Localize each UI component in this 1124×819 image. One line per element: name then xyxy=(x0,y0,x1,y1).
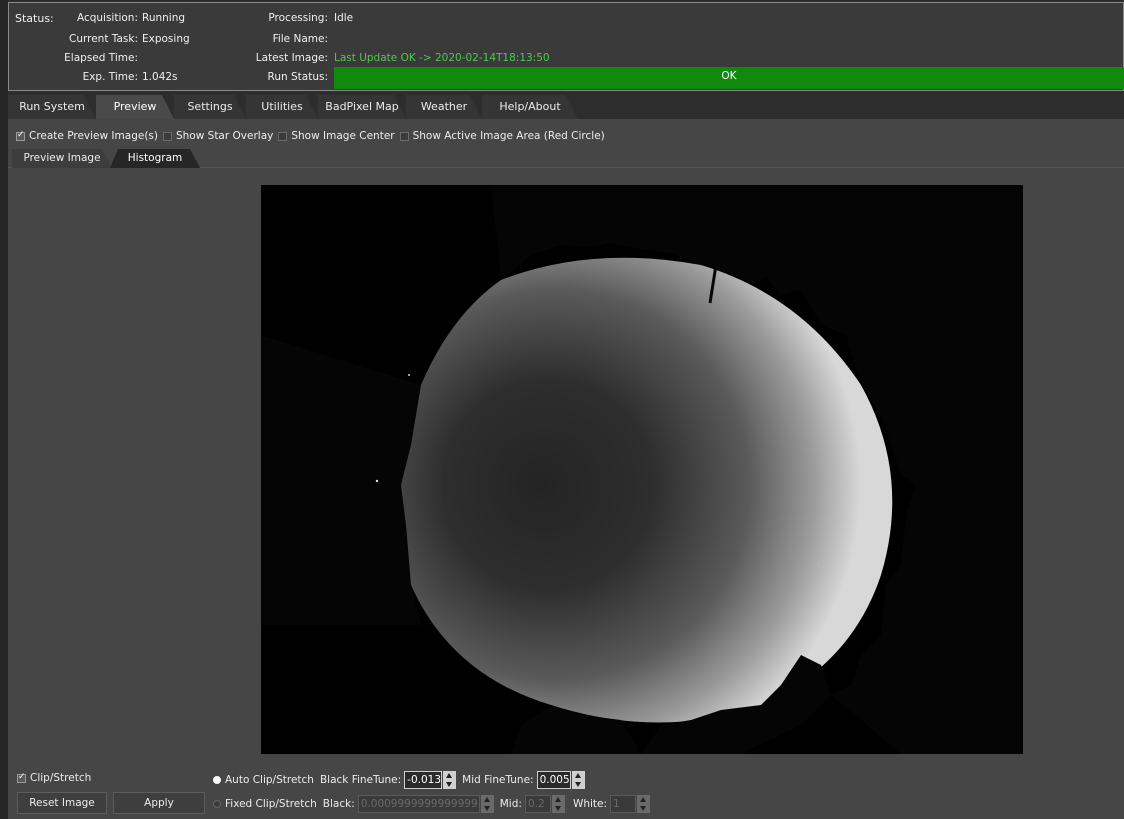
star xyxy=(375,479,379,483)
auto-clip-radio[interactable] xyxy=(213,776,221,784)
create-preview-checkbox[interactable] xyxy=(16,130,25,141)
status-title: Status: xyxy=(15,12,54,25)
mid-finetune-input[interactable]: 0.005 xyxy=(536,771,571,789)
tab-run-system-label: Run System xyxy=(19,100,85,113)
tab-utilities[interactable]: Utilities xyxy=(246,95,318,119)
white-spinner[interactable] xyxy=(637,795,651,813)
fixed-clip-radio[interactable] xyxy=(213,800,221,808)
reset-image-label: Reset Image xyxy=(29,797,95,809)
tab-badpixel-map[interactable]: BadPixel Map xyxy=(318,95,406,119)
subtab-preview-image[interactable]: Preview Image xyxy=(12,149,112,168)
image-center-checkbox[interactable] xyxy=(278,131,288,141)
tab-preview-label: Preview xyxy=(113,100,157,113)
tab-help-about-label: Help/About xyxy=(499,100,561,113)
create-preview-label: Create Preview Image(s) xyxy=(29,130,158,142)
latest-image-label: Latest Image: xyxy=(255,52,328,64)
black-finetune-input[interactable]: -0.013 xyxy=(404,771,443,789)
apply-button[interactable]: Apply xyxy=(113,792,205,814)
fixed-clip-row: Fixed Clip/Stretch Black: 0.000999999999… xyxy=(213,795,651,813)
reset-image-button[interactable]: Reset Image xyxy=(17,792,107,814)
black-input[interactable]: 0.0009999999999999 xyxy=(357,795,480,813)
current-task-label: Current Task: xyxy=(69,33,138,45)
clip-stretch-option[interactable]: Clip/Stretch xyxy=(17,772,91,784)
subtab-histogram-label: Histogram xyxy=(127,152,183,164)
apply-label: Apply xyxy=(144,797,174,809)
processing-label: Processing: xyxy=(268,12,328,24)
mid-finetune-spinner[interactable] xyxy=(571,771,585,789)
active-area-checkbox[interactable] xyxy=(399,131,409,141)
main-tab-bar: Run System Preview Settings Utilities Ba… xyxy=(8,95,1124,119)
preview-panel: Create Preview Image(s) Show Star Overla… xyxy=(8,119,1124,819)
latest-image-value: Last Update OK -> 2020-02-14T18:13:50 xyxy=(334,52,550,64)
star xyxy=(408,374,410,376)
elapsed-time-label: Elapsed Time: xyxy=(64,52,138,64)
tab-weather-label: Weather xyxy=(420,100,468,113)
run-status-bar: OK xyxy=(334,67,1124,89)
black-spinner[interactable] xyxy=(480,795,494,813)
tab-run-system[interactable]: Run System xyxy=(8,95,96,119)
exp-time-label: Exp. Time: xyxy=(82,71,138,83)
fixed-clip-label: Fixed Clip/Stretch xyxy=(225,798,317,810)
tab-utilities-label: Utilities xyxy=(261,100,303,113)
mid-input[interactable]: 0.2 xyxy=(524,795,551,813)
image-center-label: Show Image Center xyxy=(291,130,395,142)
black-finetune-spinner[interactable] xyxy=(443,771,457,789)
star xyxy=(817,564,819,566)
tab-help-about[interactable]: Help/About xyxy=(482,95,578,119)
run-status-label: Run Status: xyxy=(267,71,328,83)
auto-clip-label: Auto Clip/Stretch xyxy=(225,774,314,786)
tab-weather[interactable]: Weather xyxy=(406,95,482,119)
exp-time-value: 1.042s xyxy=(142,71,178,83)
window-left-edge xyxy=(0,0,8,819)
white-input[interactable]: 1 xyxy=(610,795,637,813)
mid-label: Mid: xyxy=(499,798,522,810)
mid-spinner[interactable] xyxy=(551,795,565,813)
image-center-option[interactable]: Show Image Center xyxy=(278,130,395,142)
preview-options: Create Preview Image(s) Show Star Overla… xyxy=(16,128,610,144)
active-area-option[interactable]: Show Active Image Area (Red Circle) xyxy=(399,130,605,142)
tab-settings-label: Settings xyxy=(187,100,233,113)
star-overlay-option[interactable]: Show Star Overlay xyxy=(162,130,274,142)
active-area-label: Show Active Image Area (Red Circle) xyxy=(412,130,605,142)
current-task-value: Exposing xyxy=(142,33,190,45)
processing-value: Idle xyxy=(334,12,354,24)
black-finetune-label: Black FineTune: xyxy=(319,774,402,786)
acquisition-value: Running xyxy=(142,12,186,24)
preview-subtab-bar: Preview Image Histogram xyxy=(8,149,1124,168)
mid-finetune-label: Mid FineTune: xyxy=(462,774,534,786)
run-status-value: OK xyxy=(721,70,737,82)
star-overlay-label: Show Star Overlay xyxy=(175,130,274,142)
app-window: Status: Acquisition: Running Current Tas… xyxy=(0,0,1124,819)
subtab-preview-image-label: Preview Image xyxy=(23,152,101,164)
subtab-histogram[interactable]: Histogram xyxy=(110,149,200,168)
file-name-label: File Name: xyxy=(272,33,328,45)
clip-stretch-label: Clip/Stretch xyxy=(30,772,92,784)
clip-stretch-checkbox[interactable] xyxy=(17,772,26,783)
status-panel: Status: Acquisition: Running Current Tas… xyxy=(8,2,1124,91)
white-label: White: xyxy=(572,798,608,810)
acquisition-label: Acquisition: xyxy=(76,12,138,24)
star-overlay-checkbox[interactable] xyxy=(162,131,172,141)
create-preview-option[interactable]: Create Preview Image(s) xyxy=(16,130,158,142)
tab-settings[interactable]: Settings xyxy=(174,95,246,119)
auto-clip-row: Auto Clip/Stretch Black FineTune: -0.013… xyxy=(213,771,585,789)
allsky-image xyxy=(261,185,1023,754)
black-label: Black: xyxy=(322,798,355,810)
tab-preview[interactable]: Preview xyxy=(96,95,174,119)
tab-badpixel-map-label: BadPixel Map xyxy=(325,100,399,113)
preview-image xyxy=(261,185,1023,754)
